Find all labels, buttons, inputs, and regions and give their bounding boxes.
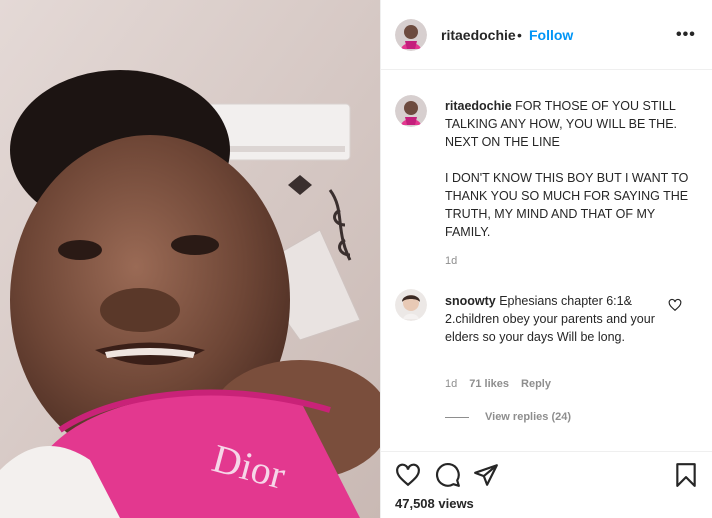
view-replies-line: [445, 416, 469, 418]
view-count[interactable]: 47,508 views: [395, 496, 474, 511]
author-avatar[interactable]: [395, 19, 427, 51]
video-frame: Dior: [0, 0, 380, 518]
more-options-icon[interactable]: •••: [676, 26, 696, 44]
comment-likes[interactable]: 71 likes: [469, 378, 509, 390]
caption-timestamp[interactable]: 1d: [445, 255, 457, 267]
post-actions: 47,508 views: [381, 451, 712, 518]
comments-section: ritaedochie FOR THOSE OF YOU STILL TALKI…: [381, 71, 712, 451]
follow-button[interactable]: Follow: [529, 27, 573, 43]
post-header: ritaedochie • Follow •••: [381, 0, 712, 70]
author-username[interactable]: ritaedochie: [441, 27, 516, 43]
caption-username[interactable]: ritaedochie: [445, 99, 512, 113]
bookmark-icon[interactable]: [673, 462, 699, 488]
comment-icon[interactable]: [435, 462, 461, 488]
caption-avatar[interactable]: [395, 95, 427, 127]
comment-like-heart-icon[interactable]: [668, 298, 682, 312]
commenter-avatar[interactable]: [395, 289, 427, 321]
comment-timestamp[interactable]: 1d: [445, 378, 457, 390]
view-replies-label: View replies (24): [485, 411, 572, 423]
view-replies-button[interactable]: View replies (24): [445, 411, 571, 423]
comment-text: snoowty Ephesians chapter 6:1& 2.childre…: [445, 292, 677, 346]
paper-plane-icon[interactable]: [473, 462, 499, 488]
separator-dot: •: [517, 27, 522, 43]
caption-body: FOR THOSE OF YOU STILL TALKING ANY HOW, …: [445, 99, 689, 239]
post-video[interactable]: Dior: [0, 0, 380, 518]
comment-meta: 1d 71 likes Reply: [445, 378, 551, 390]
commenter-username[interactable]: snoowty: [445, 294, 496, 308]
heart-icon[interactable]: [395, 462, 421, 488]
reply-button[interactable]: Reply: [521, 378, 551, 390]
post-side-panel: ritaedochie • Follow ••• ritaedochie FOR…: [381, 0, 712, 518]
caption: ritaedochie FOR THOSE OF YOU STILL TALKI…: [445, 97, 697, 241]
